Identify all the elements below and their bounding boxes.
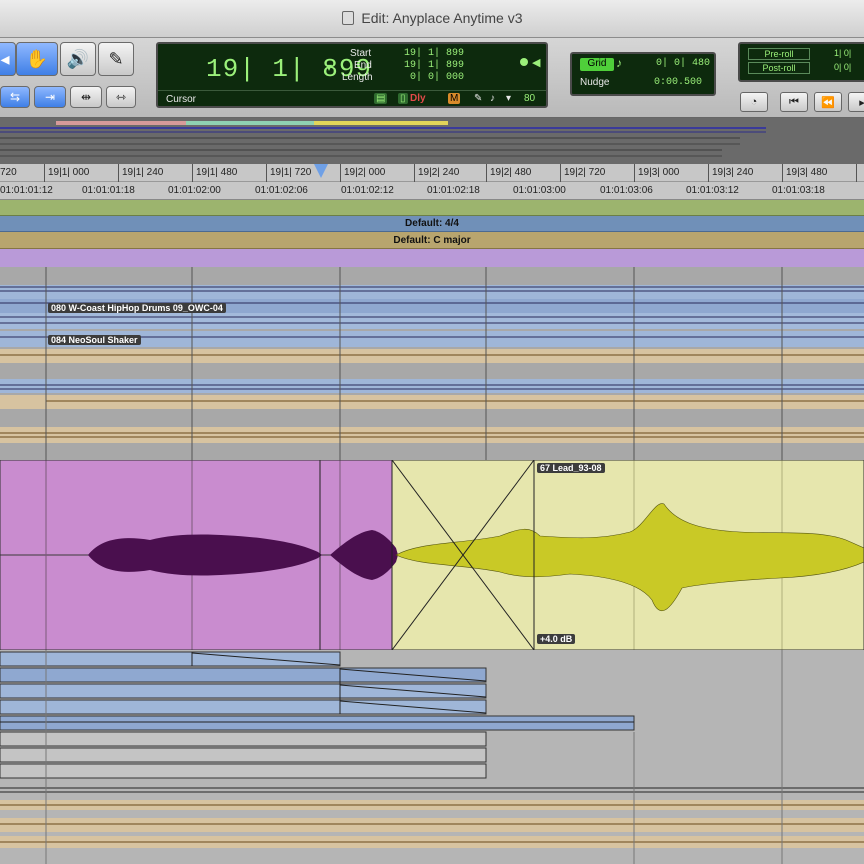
- upper-tracks[interactable]: [0, 267, 864, 460]
- nudge-value[interactable]: 0:00.500: [654, 77, 702, 88]
- lower-tracks[interactable]: [0, 650, 864, 864]
- ruler-tick-label: 720: [0, 167, 17, 178]
- ruler-tick-label: 19|3| 240: [712, 167, 754, 178]
- insertion-follows-icon[interactable]: ⇿: [106, 86, 136, 108]
- note-icon: ♪: [616, 56, 622, 70]
- grabber-tool-icon[interactable]: ✋: [16, 42, 58, 76]
- ruler-tick: [634, 164, 635, 182]
- bars-beats-ruler[interactable]: 720 19|1| 000 19|1| 240 19|1| 480 19|1| …: [0, 164, 864, 182]
- chevron-down-icon[interactable]: ▾: [326, 60, 332, 74]
- timecode-tick-label: 01:01:03:12: [686, 185, 739, 196]
- timecode-tick-label: 01:01:03:06: [600, 185, 653, 196]
- ruler-tick: [782, 164, 783, 182]
- ruler-tick-label: 19|2| 240: [418, 167, 460, 178]
- speaker-icon[interactable]: ◀: [532, 56, 540, 69]
- note-icon[interactable]: ♪: [488, 93, 497, 104]
- preroll-value[interactable]: 1| 0|: [834, 48, 851, 58]
- ruler-tick: [118, 164, 119, 182]
- timecode-tick-label: 01:01:02:00: [168, 185, 221, 196]
- meter-band[interactable]: Default: 4/4: [0, 216, 864, 232]
- midi-merge-icon[interactable]: M: [448, 93, 461, 104]
- ruler-tick: [414, 164, 415, 182]
- counter-divider: [158, 90, 546, 91]
- nudge-label: Nudge: [580, 77, 610, 88]
- playhead-marker-icon[interactable]: [314, 164, 328, 178]
- pencil-tool-icon[interactable]: ✎: [98, 42, 134, 76]
- stop-icon[interactable]: ▸: [848, 92, 864, 112]
- record-icon[interactable]: [520, 58, 528, 66]
- ruler-tick-label: 19|1| 480: [196, 167, 238, 178]
- ruler-tick: [266, 164, 267, 182]
- link-timeline-icon[interactable]: ⇆: [0, 86, 30, 108]
- ruler-tick: [856, 164, 857, 182]
- online-icon[interactable]: ◔: [740, 92, 768, 112]
- grid-nudge-panel: Grid ♪ 0| 0| 480 Nudge 0:00.500: [570, 52, 716, 96]
- start-label: Start: [350, 48, 372, 59]
- timecode-tick-label: 01:01:02:18: [427, 185, 480, 196]
- cursor-label: Cursor: [166, 94, 197, 105]
- timecode-tick-label: 01:01:01:12: [0, 185, 53, 196]
- length-label: Length: [342, 72, 373, 83]
- preroll-panel: Pre-roll Post-roll 1| 0| 0| 0|: [738, 42, 864, 82]
- page-icon[interactable]: ▯: [398, 93, 408, 104]
- ruler-tick-label: 19|2| 480: [490, 167, 532, 178]
- lead-track-waveform[interactable]: [0, 460, 864, 650]
- ruler-tick: [340, 164, 341, 182]
- tab-to-transient-icon[interactable]: ⇥: [34, 86, 66, 108]
- timecode-tick-label: 01:01:01:18: [82, 185, 135, 196]
- timecode-tick-label: 01:01:03:00: [513, 185, 566, 196]
- overview-graphic: [0, 118, 864, 164]
- conductor-icon[interactable]: ✎: [472, 93, 484, 104]
- ruler-tick: [44, 164, 45, 182]
- main-counter[interactable]: 19| 1| 899 ▾ Start End Length 19| 1| 899…: [156, 42, 548, 108]
- zoomer-tool-icon[interactable]: ◂: [0, 42, 16, 76]
- timecode-ruler[interactable]: 01:01:01:12 01:01:01:18 01:01:02:00 01:0…: [0, 182, 864, 200]
- ruler-tick-label: 19|2| 000: [344, 167, 386, 178]
- key-label: Default: C major: [393, 235, 471, 246]
- sync-icon[interactable]: ▤: [374, 93, 388, 104]
- ruler-tick-label: 19|1| 240: [122, 167, 164, 178]
- window-title-area: Edit: Anyplace Anytime v3: [0, 10, 864, 26]
- start-value[interactable]: 19| 1| 899: [394, 48, 464, 59]
- title-bar: Edit: Anyplace Anytime v3: [0, 0, 864, 38]
- postroll-button[interactable]: Post-roll: [748, 62, 810, 74]
- ruler-tick-label: 19|1| 720: [270, 167, 312, 178]
- grid-value[interactable]: 0| 0| 480: [656, 58, 710, 69]
- postroll-value[interactable]: 0| 0|: [834, 62, 851, 72]
- tempo-value[interactable]: 80: [522, 93, 537, 104]
- document-icon: [341, 11, 354, 25]
- clip-name-shaker[interactable]: 084 NeoSoul Shaker: [48, 335, 141, 345]
- timecode-tick-label: 01:01:02:06: [255, 185, 308, 196]
- ruler-tick: [486, 164, 487, 182]
- scrubber-tool-icon[interactable]: 🔊: [60, 42, 96, 76]
- timecode-tick-label: 01:01:03:18: [772, 185, 825, 196]
- mirror-edit-icon[interactable]: ⇹: [70, 86, 102, 108]
- chevron-down-icon[interactable]: ▾: [504, 93, 513, 104]
- preroll-button[interactable]: Pre-roll: [748, 48, 810, 60]
- return-to-zero-icon[interactable]: ⏮: [780, 92, 808, 112]
- universe-overview[interactable]: [0, 118, 864, 164]
- meter-label: Default: 4/4: [405, 218, 459, 229]
- clip-name-drums[interactable]: 080 W-Coast HipHop Drums 09_OWC-04: [48, 303, 226, 313]
- chord-band[interactable]: [0, 249, 864, 267]
- ruler-tick: [560, 164, 561, 182]
- clip-gain-value[interactable]: +4.0 dB: [537, 634, 576, 644]
- key-band[interactable]: Default: C major: [0, 232, 864, 249]
- window-title: Edit: Anyplace Anytime v3: [361, 10, 523, 26]
- rewind-icon[interactable]: ⏪: [814, 92, 842, 112]
- end-label: End: [354, 60, 372, 71]
- timecode-tick-label: 01:01:02:12: [341, 185, 394, 196]
- ruler-tick-label: 19|3| 000: [638, 167, 680, 178]
- ruler-tick: [708, 164, 709, 182]
- ruler-tick-label: 19|1| 000: [48, 167, 90, 178]
- grid-button[interactable]: Grid: [580, 58, 614, 71]
- marker-band[interactable]: [0, 200, 864, 216]
- delay-comp-label[interactable]: Dly: [408, 93, 428, 104]
- length-value[interactable]: 0| 0| 000: [394, 72, 464, 83]
- ruler-tick: [192, 164, 193, 182]
- ruler-tick-label: 19|3| 480: [786, 167, 828, 178]
- end-value[interactable]: 19| 1| 899: [394, 60, 464, 71]
- clip-name-lead[interactable]: 67 Lead_93-08: [537, 463, 605, 473]
- ruler-tick-label: 19|2| 720: [564, 167, 606, 178]
